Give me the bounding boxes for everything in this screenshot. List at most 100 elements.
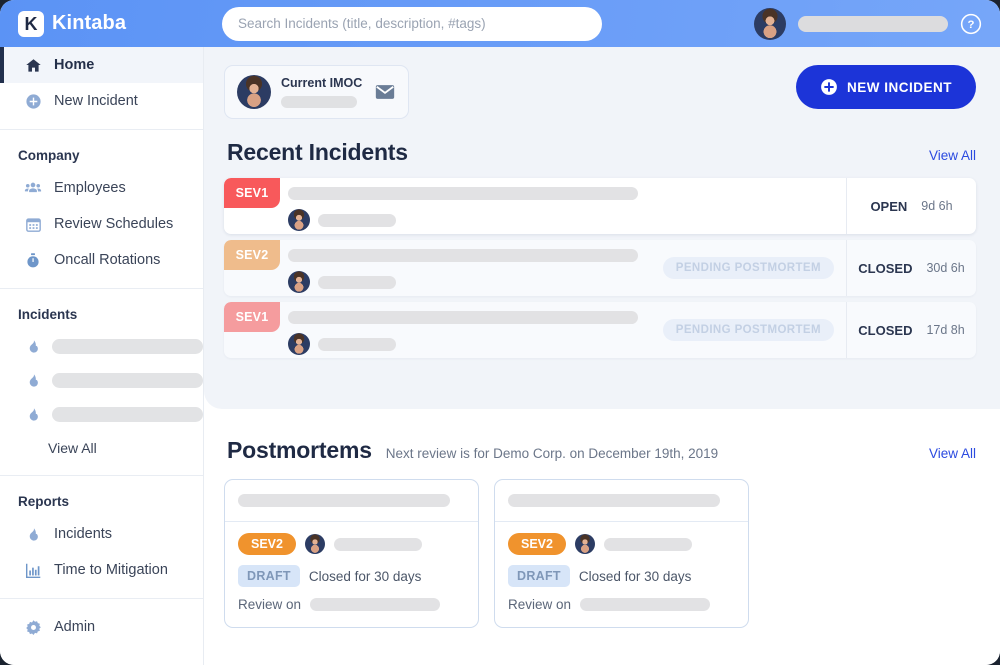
question-mark-circle-icon[interactable]: ? xyxy=(960,13,982,35)
postmortem-card[interactable]: SEV2 DRAFT Closed for 30 days Review on xyxy=(494,479,749,628)
sidebar-incident-placeholder xyxy=(52,372,203,388)
incident-owner-placeholder xyxy=(318,213,396,227)
incident-row[interactable]: SEV1 OPEN 9d 6h xyxy=(224,178,976,234)
incident-status: OPEN 9d 6h xyxy=(846,178,976,234)
sidebar-item-oncall-rotations[interactable]: Oncall Rotations xyxy=(0,242,203,278)
sidebar-incident-item[interactable] xyxy=(0,363,203,397)
postmortem-owner-placeholder xyxy=(333,537,422,551)
imoc-label: Current IMOC xyxy=(281,76,363,90)
postmortem-sev-row: SEV2 xyxy=(508,533,735,555)
svg-text:?: ? xyxy=(968,19,975,31)
sidebar-item-label-admin: Admin xyxy=(54,619,96,635)
postmortem-status-row: DRAFT Closed for 30 days xyxy=(508,565,735,587)
incident-age: 9d 6h xyxy=(921,199,953,213)
pending-postmortem-badge: PENDING POSTMORTEM xyxy=(662,257,834,279)
incident-age: 30d 6h xyxy=(926,261,965,275)
postmortems-subtitle: Next review is for Demo Corp. on Decembe… xyxy=(385,446,719,461)
sidebar-item-label-home: Home xyxy=(54,57,95,73)
people-icon xyxy=(24,179,42,197)
postmortems-title: Postmortems xyxy=(227,437,372,463)
sidebar-item-time-to-mitigation[interactable]: Time to Mitigation xyxy=(0,552,203,588)
sidebar-item-admin[interactable]: Admin xyxy=(0,609,203,645)
sidebar-item-review-schedules[interactable]: Review Schedules xyxy=(0,206,203,242)
postmortem-status-row: DRAFT Closed for 30 days xyxy=(238,565,465,587)
plus-circle-icon xyxy=(821,79,837,95)
postmortem-card-body: SEV2 DRAFT Closed for 30 days Review on xyxy=(495,522,748,627)
incident-row[interactable]: SEV2 PENDING POSTMORTEM CLOSED 30d 6h xyxy=(224,240,976,296)
home-icon xyxy=(24,56,42,74)
postmortems-panel: Postmortems Next review is for Demo Corp… xyxy=(204,409,1000,628)
kintaba-logo-icon: K xyxy=(18,10,44,37)
postmortem-review-date-placeholder xyxy=(310,598,441,611)
brand-logo[interactable]: K Kintaba xyxy=(0,10,212,37)
sidebar-item-label-review-schedules: Review Schedules xyxy=(54,216,174,232)
search-container xyxy=(222,6,602,41)
sidebar-incident-item[interactable] xyxy=(0,329,203,363)
flame-icon xyxy=(24,337,42,355)
user-avatar[interactable] xyxy=(754,7,786,40)
sidebar-divider-3 xyxy=(0,475,203,476)
sidebar-incident-placeholder xyxy=(52,338,203,354)
incident-owner xyxy=(288,209,846,231)
sidebar-divider-4 xyxy=(0,598,203,599)
incidents-panel-header: Current IMOC NEW INCIDENT xyxy=(224,65,976,119)
incident-row[interactable]: SEV1 PENDING POSTMORTEM CLOSED 17d 8h xyxy=(224,302,976,358)
flame-icon xyxy=(24,525,42,543)
new-incident-button[interactable]: NEW INCIDENT xyxy=(796,65,976,109)
sidebar-incident-item[interactable] xyxy=(0,397,203,431)
incident-owner-avatar xyxy=(288,271,310,293)
incident-status-label: OPEN xyxy=(870,198,908,214)
postmortem-sev-row: SEV2 xyxy=(238,533,465,555)
pending-postmortem-badge: PENDING POSTMORTEM xyxy=(662,319,834,341)
incident-status: CLOSED 17d 8h xyxy=(846,302,976,358)
sidebar-item-employees[interactable]: Employees xyxy=(0,170,203,206)
incident-status: CLOSED 30d 6h xyxy=(846,240,976,296)
top-bar: K Kintaba ? xyxy=(0,0,1000,47)
imoc-text: Current IMOC xyxy=(281,76,362,108)
postmortem-closed-text: Closed for 30 days xyxy=(308,568,422,584)
imoc-avatar xyxy=(237,75,271,109)
postmortem-review-label: Review on xyxy=(238,597,302,612)
bar-chart-icon xyxy=(24,561,42,579)
incident-body xyxy=(224,178,846,234)
postmortem-card[interactable]: SEV2 DRAFT Closed for 30 days Review on xyxy=(224,479,479,628)
incident-owner-avatar xyxy=(288,333,310,355)
recent-incidents-view-all[interactable]: View All xyxy=(929,148,976,163)
recent-incidents-header: Recent Incidents View All xyxy=(227,139,976,166)
stopwatch-icon xyxy=(24,251,42,269)
incident-title-placeholder xyxy=(288,311,638,324)
user-name-placeholder xyxy=(798,15,948,32)
gear-icon xyxy=(24,618,42,636)
sidebar-item-home[interactable]: Home xyxy=(0,47,203,83)
incident-body: PENDING POSTMORTEM xyxy=(224,302,846,358)
postmortem-cards: SEV2 DRAFT Closed for 30 days Review on xyxy=(224,479,976,628)
imoc-name-placeholder xyxy=(281,96,357,108)
brand-name: Kintaba xyxy=(52,12,127,34)
postmortem-review-row: Review on xyxy=(238,597,465,612)
sidebar-group-company: Company xyxy=(18,147,80,163)
app-window: K Kintaba ? Home xyxy=(0,0,1000,665)
incident-title-placeholder xyxy=(288,187,638,200)
incident-status-label: CLOSED xyxy=(858,322,913,338)
sidebar-incident-placeholder xyxy=(52,406,203,422)
sidebar-item-reports-incidents[interactable]: Incidents xyxy=(0,516,203,552)
top-bar-right: ? xyxy=(754,7,1000,40)
flame-icon xyxy=(24,371,42,389)
status-badge: DRAFT xyxy=(508,565,570,587)
severity-badge: SEV2 xyxy=(508,533,566,555)
current-imoc-card[interactable]: Current IMOC xyxy=(224,65,410,119)
envelope-icon[interactable] xyxy=(374,81,396,103)
incident-age: 17d 8h xyxy=(926,323,965,337)
sidebar-item-label-new-incident: New Incident xyxy=(54,93,138,109)
search-input[interactable] xyxy=(222,6,602,41)
main-content: Current IMOC NEW INCIDENT Recent Inciden… xyxy=(204,47,1000,665)
postmortem-card-header xyxy=(225,480,478,522)
sidebar-item-new-incident[interactable]: New Incident xyxy=(0,83,203,119)
postmortems-view-all[interactable]: View All xyxy=(929,446,976,461)
postmortem-closed-text: Closed for 30 days xyxy=(578,568,692,584)
new-incident-button-label: NEW INCIDENT xyxy=(847,79,952,95)
incident-owner-avatar xyxy=(288,209,310,231)
severity-badge: SEV2 xyxy=(238,533,296,555)
sidebar-incidents-view-all[interactable]: View All xyxy=(0,431,203,465)
sidebar-group-incidents: Incidents xyxy=(18,306,78,322)
